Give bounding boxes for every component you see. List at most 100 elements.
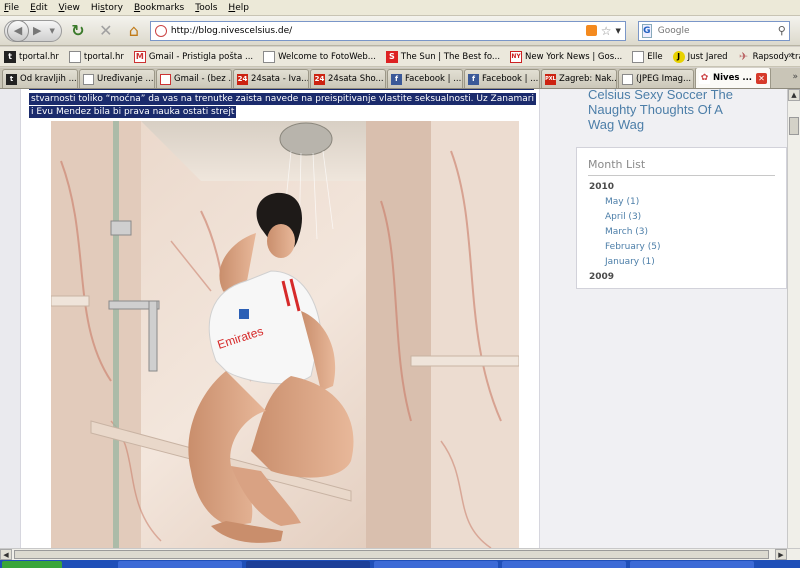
gmail-icon: M: [133, 50, 146, 63]
facebook-icon: f: [391, 73, 402, 85]
search-engine-icon[interactable]: G: [641, 23, 652, 38]
month-list-widget: Month List 2010 May (1) April (3) March …: [576, 147, 787, 289]
tab-24sata-iva[interactable]: 24 24sata - Iva...: [233, 69, 309, 88]
bookmark-ny-news[interactable]: NY New York News | Gos...: [510, 50, 622, 63]
taskbar-item[interactable]: [118, 561, 242, 568]
month-link[interactable]: April (3): [605, 212, 641, 222]
gmail-icon: M: [160, 73, 171, 85]
menu-edit[interactable]: Edit: [30, 3, 47, 13]
menu-bookmarks[interactable]: Bookmarks: [134, 3, 184, 13]
star-icon[interactable]: ☆: [601, 24, 612, 38]
taskbar-item[interactable]: [630, 561, 754, 568]
selected-text-line-cut: [29, 89, 534, 90]
year-2009-link[interactable]: 2009: [589, 272, 614, 282]
month-list-title: Month List: [588, 158, 646, 171]
tportal-icon: t: [4, 50, 16, 63]
magnifier-icon[interactable]: ⚲: [778, 24, 786, 37]
tab-nives[interactable]: ✿ Nives ... ✕: [695, 68, 771, 88]
nives-favicon-icon: ✿: [699, 72, 710, 84]
vertical-scroll-thumb[interactable]: [789, 117, 799, 135]
pixsell-icon: PXL: [545, 73, 556, 85]
month-link[interactable]: January (1): [605, 257, 655, 267]
post-photo: Emirates: [51, 121, 519, 548]
taskbar-item[interactable]: [502, 561, 626, 568]
stop-icon[interactable]: ✕: [94, 19, 118, 43]
post-column: stvarnosti toliko “moćna” da vas na tren…: [20, 89, 540, 548]
menu-tools[interactable]: Tools: [195, 3, 217, 13]
search-bar: G ⚲: [637, 20, 790, 41]
month-link[interactable]: May (1): [605, 197, 639, 207]
url-dropdown-icon[interactable]: ▼: [615, 27, 620, 35]
start-button[interactable]: [2, 561, 62, 568]
month-link[interactable]: February (5): [605, 242, 661, 252]
taskbar-item-active[interactable]: [246, 561, 370, 568]
back-forward-group: ◀ ▶ ▼: [4, 19, 62, 42]
history-dropdown-icon[interactable]: ▼: [45, 27, 58, 35]
os-taskbar: [0, 560, 800, 568]
home-icon[interactable]: ⌂: [122, 19, 146, 43]
back-button[interactable]: ◀: [7, 19, 29, 42]
close-tab-icon[interactable]: ✕: [756, 72, 767, 84]
left-margin: [0, 89, 20, 548]
bookmark-just-jared[interactable]: J Just Jared: [672, 50, 728, 63]
24sata-icon: 24: [314, 73, 325, 85]
tab-zagreb[interactable]: PXL Zagreb: Nak...: [541, 69, 617, 88]
page-icon: [632, 50, 645, 63]
vertical-scrollbar[interactable]: ▲: [787, 89, 800, 548]
tab-facebook-2[interactable]: f Facebook | ...: [464, 69, 540, 88]
bookmark-tportal-2[interactable]: tportal.hr: [68, 50, 124, 63]
menu-history[interactable]: History: [91, 3, 123, 13]
year-2010-link[interactable]: 2010: [589, 182, 614, 192]
address-bar[interactable]: http://blog.nivescelsius.de/ ☆ ▼: [149, 20, 626, 41]
horizontal-scroll-thumb[interactable]: [14, 550, 769, 559]
reload-icon[interactable]: ↻: [66, 19, 90, 43]
site-favicon-icon: [154, 24, 167, 37]
tab-jpeg-image[interactable]: (JPEG Imag...: [618, 69, 694, 88]
tab-uredivanje[interactable]: Uređivanje ...: [79, 69, 155, 88]
page-icon: [263, 50, 276, 63]
menu-bar: File Edit View History Bookmarks Tools H…: [0, 0, 800, 16]
bookmarks-toolbar: t tportal.hr tportal.hr M Gmail - Pristigl…: [0, 47, 800, 67]
page-icon: [83, 73, 94, 85]
selected-text-line[interactable]: i Evu Mendez bila bi prava nauka ostati …: [29, 106, 237, 118]
menu-file[interactable]: File: [4, 3, 19, 13]
back-arrow-icon: ◀: [13, 24, 23, 37]
page-icon: [68, 50, 81, 63]
tab-od-kravljih[interactable]: t Od kravljih ...: [2, 69, 78, 88]
divider: [588, 175, 775, 176]
horizontal-scrollbar[interactable]: ◀ ▶: [0, 548, 800, 560]
selected-text-line[interactable]: stvarnosti toliko “moćna” da vas na tren…: [29, 93, 536, 105]
scroll-up-icon[interactable]: ▲: [788, 89, 800, 101]
rss-icon[interactable]: [585, 25, 597, 36]
month-link[interactable]: March (3): [605, 227, 648, 237]
bookmark-fotoweb[interactable]: Welcome to FotoWeb...: [263, 50, 376, 63]
tab-strip: t Od kravljih ... Uređivanje ... M Gmail -…: [0, 68, 800, 89]
ny-news-icon: NY: [510, 50, 523, 63]
navigation-toolbar: ◀ ▶ ▼ ↻ ✕ ⌂ http://blog.nivescelsius.de/…: [0, 16, 800, 46]
menu-view[interactable]: View: [59, 3, 80, 13]
bookmark-elle[interactable]: Elle: [632, 50, 663, 63]
page-content: stvarnosti toliko “moćna” da vas na tren…: [0, 89, 787, 548]
search-input[interactable]: [657, 25, 778, 36]
tab-24sata-sho[interactable]: 24 24sata Sho...: [310, 69, 386, 88]
bookmark-tportal[interactable]: t tportal.hr: [4, 50, 59, 63]
menu-help[interactable]: Help: [228, 3, 249, 13]
taskbar-item[interactable]: [374, 561, 498, 568]
tab-gmail[interactable]: M Gmail - (bez ...: [156, 69, 232, 88]
scroll-right-icon[interactable]: ▶: [775, 549, 787, 560]
scroll-left-icon[interactable]: ◀: [0, 549, 12, 560]
forward-arrow-icon[interactable]: ▶: [29, 24, 45, 37]
bookmark-the-sun[interactable]: S The Sun | The Best fo...: [385, 50, 500, 63]
tportal-icon: t: [6, 73, 17, 85]
the-sun-icon: S: [385, 50, 398, 63]
24sata-icon: 24: [237, 73, 248, 85]
tab-scroll-right-icon[interactable]: »: [792, 72, 798, 82]
facebook-icon: f: [468, 73, 479, 85]
recent-post-link[interactable]: Celsius Sexy Soccer The Naughty Thoughts…: [588, 89, 783, 132]
tab-facebook-1[interactable]: f Facebook | ...: [387, 69, 463, 88]
just-jared-icon: J: [672, 50, 685, 63]
url-text[interactable]: http://blog.nivescelsius.de/: [171, 26, 582, 36]
bookmarks-overflow-chevron-icon[interactable]: »: [788, 50, 794, 61]
airplane-icon: ✈: [738, 50, 749, 63]
bookmark-gmail[interactable]: M Gmail - Pristigla pošta ...: [133, 50, 253, 63]
